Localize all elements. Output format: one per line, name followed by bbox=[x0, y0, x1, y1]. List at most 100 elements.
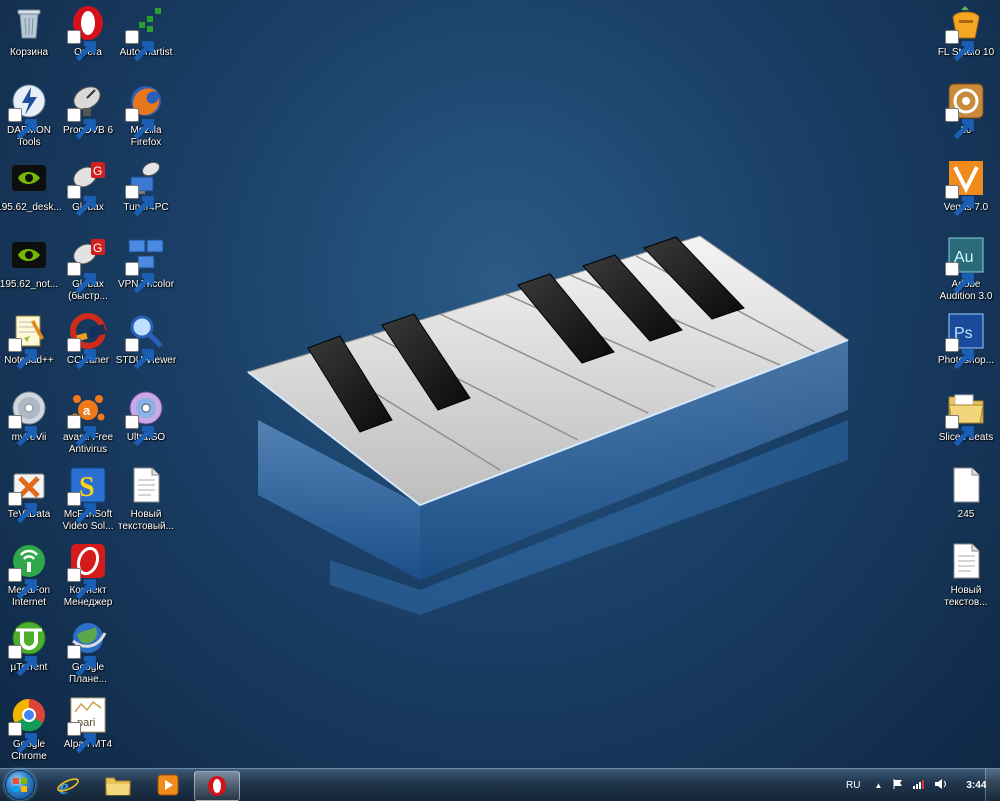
windows-logo-icon bbox=[5, 770, 35, 800]
shortcut-arrow-icon bbox=[8, 338, 37, 370]
taskbar: e RU ▲ 3:44 bbox=[0, 768, 1000, 801]
desktop-icon-20[interactable]: 20 bbox=[934, 80, 998, 154]
folder-explorer-icon bbox=[105, 777, 131, 796]
desktop-icon-ultraiso[interactable]: UltraISO bbox=[114, 387, 178, 461]
svg-text:G: G bbox=[93, 241, 102, 255]
teviidata-icon bbox=[8, 466, 48, 524]
desktop-icon-globax-fast[interactable]: G Globax (быстр... bbox=[56, 234, 120, 308]
desktop-icon-opera[interactable]: Opera bbox=[56, 2, 120, 76]
language-indicator[interactable]: RU bbox=[846, 780, 860, 791]
google-earth-icon bbox=[67, 619, 107, 677]
desktop-icon-fl-studio[interactable]: FL Studio 10 bbox=[934, 2, 998, 76]
folder-icon bbox=[945, 389, 985, 447]
desktop-icon-utorrent[interactable]: µTorrent bbox=[0, 617, 61, 691]
fl-studio-icon bbox=[945, 4, 985, 62]
shortcut-arrow-icon bbox=[67, 185, 96, 217]
taskbar-media-player-button[interactable] bbox=[146, 771, 190, 799]
desktop-icon-google-earth[interactable]: Google Плане... bbox=[56, 617, 120, 691]
desktop-icon-sliced-beats[interactable]: Sliced beats bbox=[934, 387, 998, 461]
ultraiso-icon bbox=[125, 389, 165, 447]
audition-icon: Au bbox=[945, 236, 985, 294]
ccleaner-icon bbox=[67, 312, 107, 370]
shortcut-arrow-icon bbox=[67, 338, 96, 370]
shortcut-arrow-icon bbox=[67, 722, 96, 754]
firefox-icon bbox=[125, 82, 165, 140]
chrome-icon bbox=[8, 696, 48, 754]
desktop-icon-label: Новый текстовый... bbox=[118, 509, 174, 532]
desktop-icon-nvidia-desk[interactable]: 195.62_desk... bbox=[0, 157, 62, 231]
desktop-icon-new-text-file-2[interactable]: Новый текстов... bbox=[934, 540, 998, 614]
magnifier-icon bbox=[125, 312, 165, 370]
text-file-icon bbox=[127, 466, 165, 504]
desktop-icon-245[interactable]: 245 bbox=[934, 464, 998, 538]
desktop-icon-ccleaner[interactable]: CCleaner bbox=[56, 310, 120, 384]
utorrent-icon bbox=[8, 619, 48, 677]
connect-manager-icon bbox=[67, 542, 107, 600]
show-desktop-button[interactable] bbox=[985, 769, 1000, 801]
disc-icon bbox=[8, 389, 48, 447]
desktop-icon-label: Новый текстов... bbox=[944, 585, 988, 608]
shortcut-arrow-icon bbox=[8, 492, 37, 524]
desktop-icon-photoshop[interactable]: Ps Photoshop... bbox=[934, 310, 998, 384]
desktop-icon-label: 245 bbox=[957, 509, 975, 520]
shortcut-arrow-icon bbox=[67, 568, 96, 600]
alpari-icon: pari bbox=[67, 696, 107, 754]
desktop-icon-firefox[interactable]: Mozilla Firefox bbox=[114, 80, 178, 154]
desktop-icon-alpari-mt4[interactable]: pari Alpari MT4 bbox=[56, 694, 120, 768]
network-signal-icon[interactable] bbox=[912, 778, 926, 793]
desktop-icon-mytevii[interactable]: myTeVii bbox=[0, 387, 61, 461]
shortcut-arrow-icon bbox=[945, 338, 974, 370]
taskbar-internet-explorer-button[interactable]: e bbox=[46, 771, 90, 799]
internet-explorer-icon: e bbox=[57, 774, 79, 797]
desktop-icon-adobe-audition[interactable]: Au Adobe Audition 3.0 bbox=[934, 234, 998, 308]
desktop-icon-stdu-viewer[interactable]: STDU Viewer bbox=[114, 310, 178, 384]
desktop-icon-connect-manager[interactable]: Коннект Менеджер bbox=[56, 540, 120, 614]
desktop-icon-recycle-bin[interactable]: Корзина bbox=[0, 2, 61, 76]
action-center-flag-icon[interactable] bbox=[892, 778, 904, 793]
shortcut-arrow-icon bbox=[67, 492, 96, 524]
clock-time[interactable]: 3:44 bbox=[966, 780, 986, 791]
photoshop-icon: Ps bbox=[945, 312, 985, 370]
nvidia-icon bbox=[10, 159, 48, 197]
taskbar-opera-button[interactable] bbox=[194, 771, 240, 801]
desktop-icon-vegas[interactable]: Vegas 7.0 bbox=[934, 157, 998, 231]
megafon-icon bbox=[8, 542, 48, 600]
desktop-icon-tuner4pc[interactable]: Tuner4PC bbox=[114, 157, 178, 231]
desktop-icon-google-chrome[interactable]: Google Chrome bbox=[0, 694, 61, 768]
start-button[interactable] bbox=[2, 770, 38, 800]
vpn-network-icon bbox=[125, 236, 165, 294]
desktop-icon-daemon-tools[interactable]: DAEMON Tools bbox=[0, 80, 61, 154]
shortcut-arrow-icon bbox=[125, 108, 154, 140]
recycle-bin-icon bbox=[10, 4, 48, 42]
avast-icon: a bbox=[67, 389, 107, 447]
autochartist-icon bbox=[125, 4, 165, 62]
desktop-icon-teviidata[interactable]: TeViiData bbox=[0, 464, 61, 538]
tuner4pc-icon bbox=[125, 159, 165, 217]
show-hidden-icons-chevron-icon[interactable]: ▲ bbox=[874, 781, 882, 790]
volume-icon[interactable] bbox=[934, 778, 948, 793]
shortcut-arrow-icon bbox=[67, 108, 96, 140]
opera-icon bbox=[208, 776, 226, 796]
opera-icon bbox=[67, 4, 107, 62]
desktop-icon-megafon-internet[interactable]: MegaFon Internet bbox=[0, 540, 61, 614]
globax-icon: G bbox=[67, 236, 107, 294]
piano-keyboard-graphic bbox=[246, 235, 850, 615]
desktop-icon-globax[interactable]: G Globax bbox=[56, 157, 120, 231]
desktop-icon-vpn-tricolor[interactable]: VPN Tricolor bbox=[114, 234, 178, 308]
media-app-icon bbox=[945, 82, 985, 140]
shortcut-arrow-icon bbox=[8, 415, 37, 447]
notepad-icon bbox=[8, 312, 48, 370]
taskbar-explorer-button[interactable] bbox=[96, 771, 140, 799]
desktop-icon-autochartist[interactable]: Autochartist bbox=[114, 2, 178, 76]
daemon-tools-icon bbox=[8, 82, 48, 140]
desktop-icon-nvidia-not[interactable]: 195.62_not... bbox=[0, 234, 61, 308]
shortcut-arrow-icon bbox=[945, 415, 974, 447]
desktop-icon-new-text-file[interactable]: Новый текстовый... bbox=[114, 464, 178, 538]
shortcut-arrow-icon bbox=[67, 415, 96, 447]
shortcut-arrow-icon bbox=[945, 30, 974, 62]
desktop-icon-notepad-plus-plus[interactable]: Notepad++ bbox=[0, 310, 61, 384]
shortcut-arrow-icon bbox=[945, 185, 974, 217]
shortcut-arrow-icon bbox=[67, 645, 96, 677]
desktop-icon-avast[interactable]: a avast! Free Antivirus bbox=[56, 387, 120, 461]
text-file-icon bbox=[947, 542, 985, 580]
